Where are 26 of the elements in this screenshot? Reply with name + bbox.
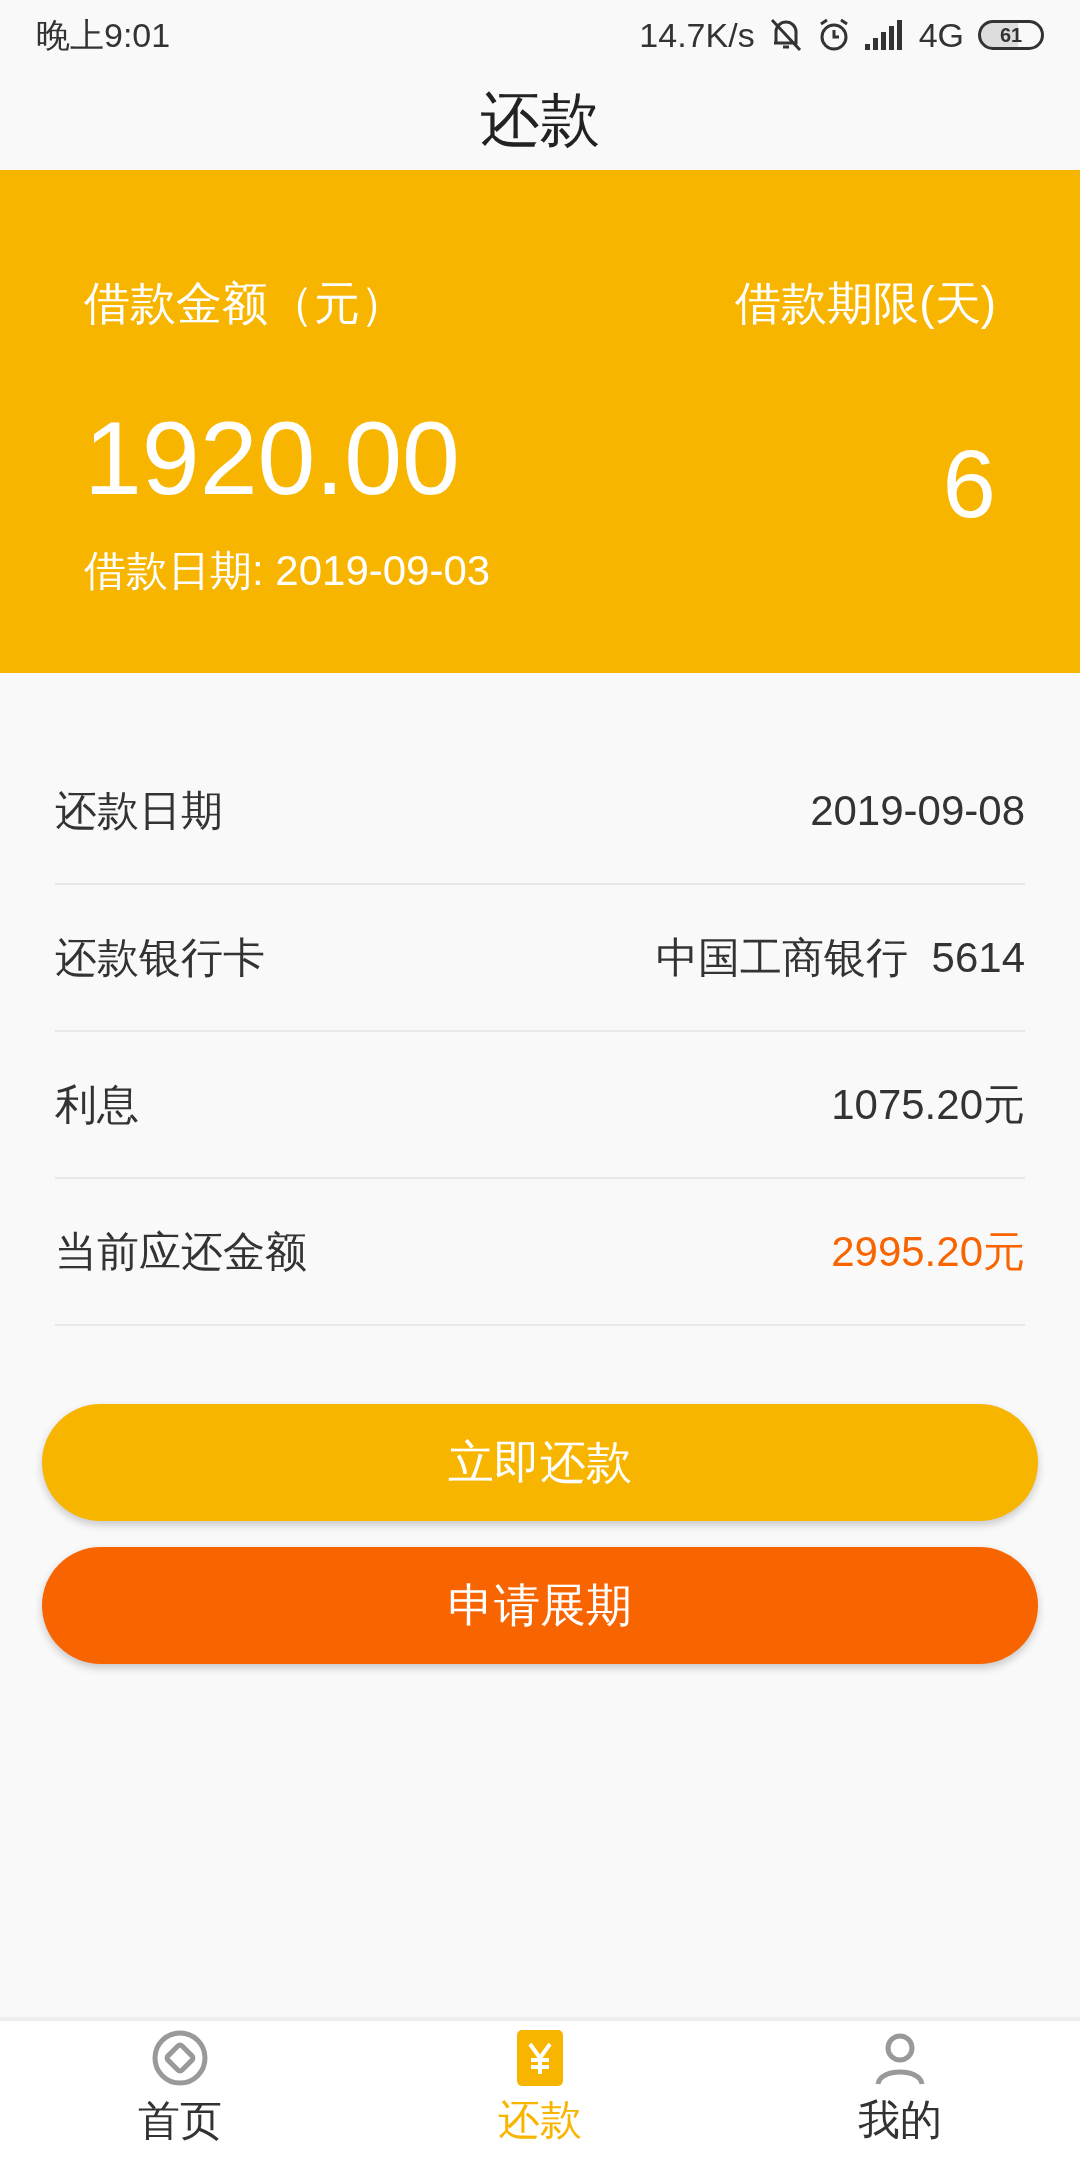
detail-label: 还款日期 [55, 786, 223, 836]
network-type: 4G [918, 14, 964, 56]
loan-term: 6 [942, 436, 996, 532]
loan-date: 借款日期: 2019-09-03 [84, 550, 491, 592]
action-button[interactable]: 立即还款 [42, 1404, 1038, 1521]
page-title: 还款 [480, 85, 600, 155]
detail-label: 还款银行卡 [55, 933, 265, 983]
detail-value: 2019-09-08 [810, 786, 1025, 836]
network-speed: 14.7K/s [639, 14, 755, 56]
amount-label: 借款金额（元） [84, 280, 407, 326]
detail-label: 利息 [55, 1080, 139, 1130]
bell-muted-icon [768, 17, 803, 53]
detail-value: 中国工商银行 5614 [656, 933, 1025, 983]
detail-label: 当前应还金额 [55, 1227, 307, 1277]
nav-tab[interactable]: 还款 [360, 2021, 720, 2160]
detail-value: 1075.20元 [831, 1080, 1025, 1130]
battery-level: 61 [999, 25, 1023, 45]
status-time: 晚上9:01 [36, 14, 171, 56]
nav-tab[interactable]: 首页 [0, 2021, 360, 2160]
signal-icon [864, 20, 905, 50]
nav-tab[interactable]: 我的 [720, 2021, 1080, 2160]
diamond-circle-icon [151, 2029, 209, 2087]
loan-amount: 1920.00 [84, 406, 461, 510]
action-button[interactable]: 申请展期 [42, 1547, 1038, 1664]
yen-icon [517, 2030, 563, 2086]
detail-value: 2995.20元 [831, 1227, 1025, 1277]
